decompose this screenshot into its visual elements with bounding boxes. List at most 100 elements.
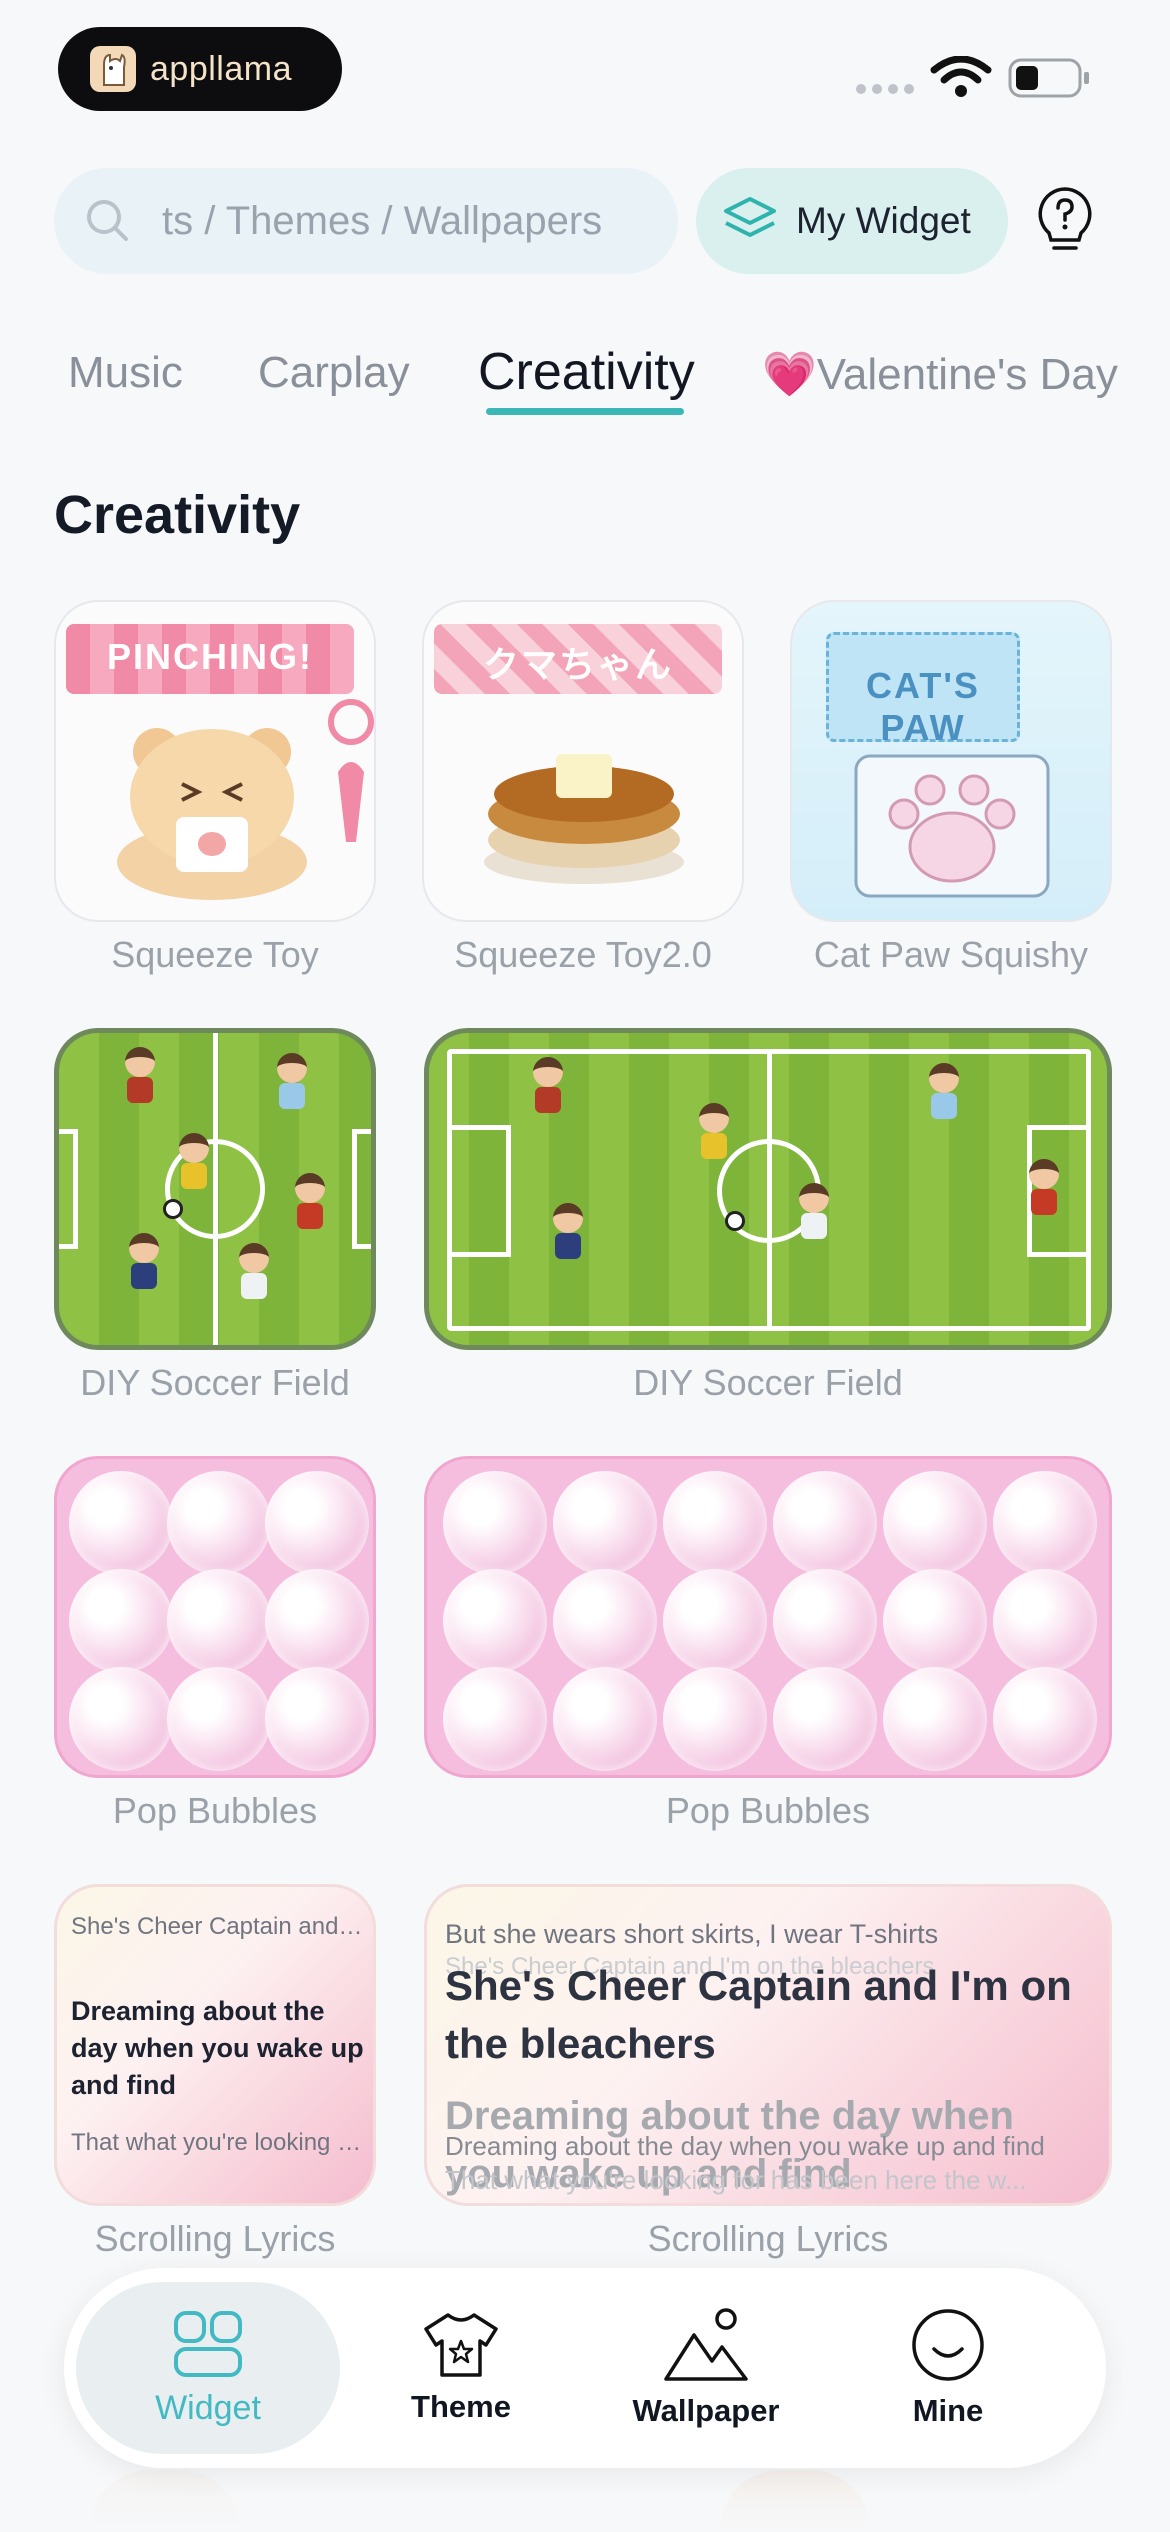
bubble-icon [553,1667,657,1771]
app-badge[interactable]: appllama [58,27,342,111]
bubble-icon [883,1569,987,1673]
widget-card-pop-bubbles-wide[interactable] [424,1456,1112,1778]
lyric-previous-line: She's Cheer Captain and I'... [71,1913,365,1940]
toy-tag-text: PINCHING! [107,636,313,677]
widget-card-squeeze-toy[interactable]: PINCHING! [54,600,376,922]
player-icon [295,1173,325,1233]
widget-card-squeeze-toy-2[interactable]: クマちゃん [422,600,744,922]
widget-grid-icon [174,2310,242,2377]
nav-theme[interactable]: Theme [376,2268,546,2468]
search-input[interactable]: ts / Themes / Wallpapers [54,168,678,274]
bubble-icon [553,1569,657,1673]
my-widget-label: My Widget [796,200,971,241]
bubble-icon [993,1569,1097,1673]
bubble-icon [773,1471,877,1575]
widget-label: DIY Soccer Field [80,1362,350,1403]
nav-wallpaper[interactable]: Wallpaper [604,2268,808,2468]
tab-valentines-day[interactable]: 💗Valentine's Day [762,348,1118,400]
tab-carplay[interactable]: Carplay [258,348,410,398]
toy-tag-text: クマちゃん [482,644,673,685]
cellular-signal-icon [856,84,914,94]
bubble-icon [663,1569,767,1673]
widget-label: Pop Bubbles [665,1790,871,1831]
widget-card-scrolling-lyrics-wide[interactable]: But she wears short skirts, I wear T-shi… [424,1884,1112,2206]
goal-box-left [59,1129,78,1249]
bottom-navigation: Widget Theme Wallpaper Mine [64,2268,1106,2468]
widget-card-cat-paw-squishy[interactable]: CAT'S PAW [790,600,1112,922]
widget-label: Cat Paw Squishy [813,934,1089,975]
widget-label: DIY Soccer Field [633,1362,903,1403]
widget-label: Squeeze Toy [111,934,319,975]
widget-card-scrolling-lyrics-small[interactable]: She's Cheer Captain and I'... Dreaming a… [54,1884,376,2206]
status-bar: appllama [0,0,1170,140]
widget-card-diy-soccer-field-wide[interactable] [424,1028,1112,1350]
widget-card-pop-bubbles-small[interactable] [54,1456,376,1778]
bubble-icon [663,1471,767,1575]
widget-label: Pop Bubbles [112,1790,318,1831]
battery-icon [1008,58,1089,98]
bubble-icon [443,1471,547,1575]
player-icon [699,1103,729,1163]
bubble-icon [663,1667,767,1771]
bubble-icon [69,1667,173,1771]
widget-label: Squeeze Toy2.0 [454,934,712,975]
lyric-next-line-small: Dreaming about the day when you wake up … [445,2131,1045,2161]
nav-widget-label: Widget [155,2388,261,2427]
keychain-icon [328,699,374,842]
lyric-current-line: She's Cheer Captain and I'm on the bleac… [445,1962,1072,2067]
app-name: appllama [150,49,292,88]
bear-illustration-icon [117,728,307,900]
lyric-next-line: That what you're looking fo... [71,2129,365,2156]
bubble-icon [773,1667,877,1771]
player-icon [277,1053,307,1113]
toy-tag: クマちゃん [434,624,722,694]
goal-box-right [352,1129,371,1249]
toy-tag: CAT'S PAW [826,632,1020,748]
mine-smile-icon [912,2309,984,2381]
help-lightbulb-icon[interactable] [1036,186,1094,256]
bubble-icon [265,1569,369,1673]
nav-mine-label: Mine [912,2393,984,2428]
wallpaper-mountain-icon [664,2308,748,2381]
lyric-previous-line: But she wears short skirts, I wear T-shi… [445,1919,939,1949]
widget-label: Scrolling Lyrics [647,2218,889,2259]
bubble-icon [167,1569,271,1673]
bubble-icon [883,1667,987,1771]
bubble-icon [553,1471,657,1575]
heart-icon: 💗 [762,350,817,399]
nav-wallpaper-label: Wallpaper [632,2393,780,2428]
bubble-icon [993,1471,1097,1575]
toy-tag-text: CAT'S PAW [866,665,980,748]
player-icon [129,1233,159,1293]
penalty-box-left [447,1125,511,1257]
nav-mine[interactable]: Mine [878,2268,1018,2468]
bubble-icon [167,1667,271,1771]
bubble-icon [883,1471,987,1575]
player-icon [239,1243,269,1303]
bubble-icon [69,1471,173,1575]
widget-card-diy-soccer-field-small[interactable] [54,1028,376,1350]
layers-icon [724,197,776,237]
player-icon [533,1057,563,1117]
player-icon [179,1133,209,1193]
lyric-current-line: Dreaming about the day when you wake up … [71,1996,364,2100]
player-icon [1029,1159,1059,1219]
tab-music[interactable]: Music [68,348,183,398]
nav-widget[interactable]: Widget [76,2282,340,2454]
my-widget-button[interactable]: My Widget [696,168,1008,274]
bubble-icon [167,1471,271,1575]
bubble-icon [265,1667,369,1771]
section-title: Creativity [54,485,301,545]
search-icon [87,200,128,241]
widget-label: Scrolling Lyrics [94,2218,336,2259]
wifi-icon [930,56,992,97]
player-icon [799,1183,829,1243]
toy-tag: PINCHING! [66,624,354,694]
search-placeholder: ts / Themes / Wallpapers [162,198,603,243]
player-icon [553,1203,583,1263]
bubble-icon [443,1667,547,1771]
pancake-illustration-icon [484,754,684,884]
soccer-ball-icon [163,1199,183,1219]
tab-creativity[interactable]: Creativity [478,342,695,402]
player-icon [929,1063,959,1123]
